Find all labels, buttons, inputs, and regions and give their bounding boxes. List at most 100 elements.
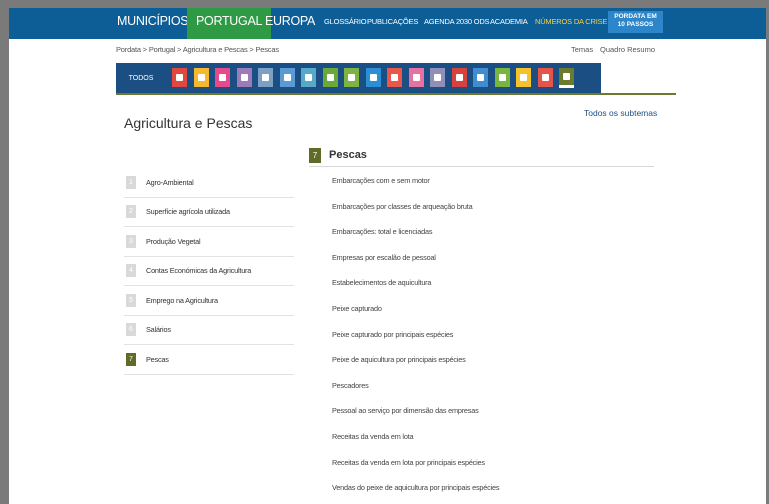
icon-glyph [283,74,291,81]
subtopic-label: Pescas [146,354,169,364]
subtopic-list: 1 Agro-Ambiental 2 Superfície agrícola util… [124,168,294,375]
content-top-border [116,93,676,95]
health-icon[interactable] [215,68,230,87]
theme-bar: TODOS [116,63,601,93]
subtopic-item[interactable]: 1 Agro-Ambiental [124,168,294,198]
subtopic-title: Pescas [329,149,367,161]
temas-link[interactable]: Temas [571,45,593,54]
state-icon[interactable] [430,68,445,87]
tourism-icon[interactable] [408,68,424,87]
breadcrumb-separator: > [175,45,183,54]
nav-portugal[interactable]: PORTUGAL [187,8,272,39]
breadcrumb-item[interactable]: Pescas [255,45,279,54]
icon-glyph [197,74,205,81]
subtopic-item[interactable]: 4 Contas Económicas da Agricultura [124,257,294,286]
nav-academia[interactable]: ACADEMIA [490,8,528,39]
subtopic-label: Superfície agrícola utilizada [146,207,230,217]
subtopic-label: Produção Vegetal [146,236,201,246]
subtopic-item[interactable]: 7 Pescas [124,345,294,375]
icon-glyph [563,73,570,80]
transport-icon[interactable] [537,68,553,87]
icon-glyph [541,74,549,81]
table-list-header: 7 Pescas [309,146,654,167]
energy-icon[interactable] [516,68,531,87]
breadcrumb-item[interactable]: Portugal [149,45,176,54]
science-icon[interactable] [451,68,467,87]
economy-icon[interactable] [387,68,402,87]
table-link[interactable]: Embarcações: total e licenciadas [332,225,652,251]
table-link[interactable]: Peixe capturado por principais espécies [332,328,652,354]
subtopic-label: Contas Económicas da Agricultura [146,266,252,276]
table-link[interactable]: Pescadores [332,379,652,405]
table-link[interactable]: Estabelecimentos de aquicultura [332,276,652,302]
breadcrumb-item[interactable]: Agricultura e Pescas [183,45,248,54]
icon-glyph [348,74,355,81]
table-link[interactable]: Receitas da venda em lota [332,430,652,456]
table-link[interactable]: Empresas por escalão de pessoal [332,251,652,277]
social-icon[interactable] [236,68,252,87]
subtopic-item[interactable]: 2 Superfície agrícola utilizada [124,198,294,227]
table-link[interactable]: Peixe capturado [332,302,652,328]
todos-button[interactable]: TODOS [124,70,158,87]
breadcrumb-item[interactable]: Pordata [116,45,141,54]
table-link[interactable]: Receitas da venda em lota por principais… [332,456,652,482]
subtopic-number: 1 [126,175,136,189]
icon-glyph [262,74,269,81]
subtopic-number-badge: 7 [309,148,321,163]
icon-glyph [326,74,334,81]
table-link[interactable]: Peixe de aquicultura por principais espé… [332,353,652,379]
subtopic-number: 7 [126,352,136,366]
icon-glyph [219,74,226,81]
icon-glyph [369,74,377,81]
population-icon[interactable] [172,68,187,87]
territory-icon[interactable] [494,68,510,87]
icon-glyph [412,74,420,81]
nav-numeros-crise[interactable]: NÚMEROS DA CRISE [535,8,607,39]
housing-icon[interactable] [258,68,273,87]
table-link[interactable]: Vendas do peixe de aquicultura por princ… [332,481,652,504]
nav-agenda-2030[interactable]: AGENDA 2030 ODS [424,8,490,39]
table-link[interactable]: Pessoal ao serviço por dimensão das empr… [332,404,652,430]
table-list: Embarcações com e sem motor Embarcações p… [332,174,652,504]
subtopic-number: 4 [126,264,136,278]
fisheries-icon[interactable] [559,68,574,88]
industry-icon[interactable] [473,68,488,87]
nav-glossario[interactable]: GLOSSÁRIO [324,8,367,39]
pordata-10-passos-button[interactable]: PORDATA EM 10 PASSOS [608,11,663,33]
icon-glyph [498,74,506,81]
agriculture-icon[interactable] [322,68,338,87]
nav-municipios[interactable]: MUNICÍPIOS [117,8,189,39]
icon-glyph [455,74,463,81]
employment-icon[interactable] [301,68,316,87]
subtopic-number: 6 [126,323,136,337]
table-link[interactable]: Embarcações por classes de arqueação bru… [332,200,652,226]
nav-publicacoes[interactable]: PUBLICAÇÕES [367,8,418,39]
browser-window: MUNICÍPIOS PORTUGAL EUROPA GLOSSÁRIO PUB… [9,8,766,504]
justice-icon[interactable] [279,68,295,87]
all-subtopics-link[interactable]: Todos os subtemas [584,108,657,118]
subtopic-item[interactable]: 6 Salários [124,316,294,345]
passos-line-1: PORDATA EM [614,13,657,20]
icon-glyph [240,74,248,81]
subtopic-label: Emprego na Agricultura [146,295,218,305]
top-navigation: MUNICÍPIOS PORTUGAL EUROPA GLOSSÁRIO PUB… [9,8,766,39]
page-title: Agricultura e Pescas [124,115,253,131]
subtopic-item[interactable]: 3 Produção Vegetal [124,227,294,257]
subtopic-number: 2 [126,205,136,219]
environment-icon[interactable] [344,68,359,87]
passos-line-2: 10 PASSOS [617,21,654,28]
breadcrumb: Pordata > Portugal > Agricultura e Pesca… [116,45,279,54]
icon-glyph [434,74,441,81]
subtopic-item[interactable]: 5 Emprego na Agricultura [124,286,294,316]
subtopic-number: 3 [126,234,136,248]
nav-europa[interactable]: EUROPA [265,8,315,39]
icon-glyph [305,74,312,81]
subtopic-label: Agro-Ambiental [146,177,194,187]
education-icon[interactable] [193,68,209,87]
culture-icon[interactable] [365,68,381,87]
icon-glyph [176,74,183,81]
table-link[interactable]: Embarcações com e sem motor [332,174,652,200]
quadro-resumo-link[interactable]: Quadro Resumo [600,45,655,54]
breadcrumb-separator: > [140,45,149,54]
subtopic-number: 5 [126,293,136,307]
